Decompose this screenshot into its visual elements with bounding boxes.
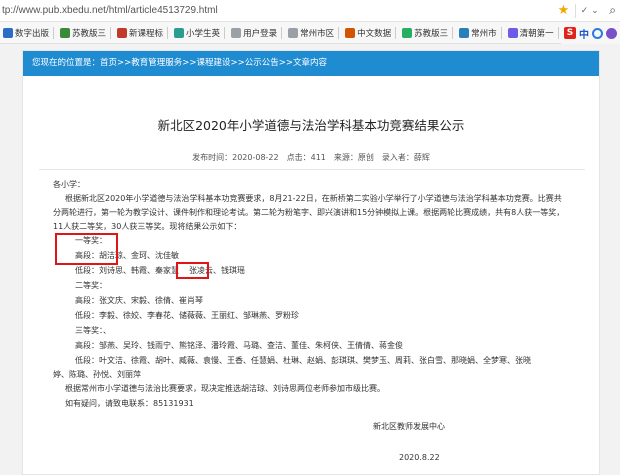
bookmark-separator	[53, 26, 55, 39]
search-icon[interactable]: ⌕	[609, 3, 616, 18]
highlight-box	[176, 262, 209, 279]
paragraph-line: 11人获二等奖，30人获三等奖。现将结果公示如下：	[53, 222, 242, 231]
bookmark-separator	[167, 26, 169, 39]
second-prize-high: 高段：张文庆、宋毅、徐倩、崔肖琴	[75, 296, 203, 305]
bookmark-separator	[110, 26, 112, 39]
third-prize-heading: 三等奖：、	[75, 326, 111, 335]
bookmark-favicon-icon	[288, 27, 299, 38]
greeting: 各小学：	[53, 180, 85, 189]
bookmark-item[interactable]: 苏教版三	[399, 22, 456, 43]
bookmark-separator	[500, 26, 502, 39]
bookmark-item[interactable]: 用户登录	[228, 22, 285, 43]
name-list: 、金珂、沈佳敏	[123, 251, 179, 260]
bookmark-item[interactable]: 常州市区	[285, 22, 342, 43]
bookmark-label: 数字出版	[15, 27, 50, 38]
language-extension-icon[interactable]: 中	[579, 26, 589, 41]
paragraph-line: 根据新北区2020年小学道德与法治学科基本功竞赛要求，8月21-22日，在新桥第…	[65, 194, 562, 203]
bookmark-favicon-icon	[507, 27, 518, 38]
extension-circle-icon[interactable]	[592, 27, 603, 39]
recommendation: 根据常州市小学道德与法治比赛要求，现决定推选胡洁琼、刘诗思两位老师参加市级比赛。	[65, 384, 385, 393]
bookmark-label: 常州市	[471, 27, 497, 38]
bookmark-item[interactable]: 常州市	[456, 22, 505, 43]
signature-date: 2020.8.22	[399, 453, 440, 462]
bookmark-separator	[395, 26, 397, 39]
page-background: 您现在的位置是：首页>>教育管理服务>>课程建设>>公示公告>>文章内容 新北区…	[0, 44, 620, 475]
bookmark-item[interactable]: 新课程标	[114, 22, 171, 43]
paragraph-line: 分两轮进行，第一轮为教学设计、课件制作和理论考试。第二轮为粉笔字、即兴演讲和15…	[53, 208, 565, 217]
second-prize-low: 低段：李毅、徐姣、李春花、储薇薇、王丽红、邹琳燕、罗粉珍	[75, 311, 299, 320]
name-list: 、钱琪瑶	[213, 266, 245, 275]
third-prize-low-cont: 婷、陈璐、孙悦、刘丽萍	[53, 370, 141, 379]
bookmark-favicon-icon	[459, 27, 470, 38]
chevron-down-icon[interactable]: ✓ ⌄	[575, 3, 603, 18]
bookmark-label: 苏教版三	[414, 27, 449, 38]
article-meta: 发布时间：2020-08-22 点击：411 来源：原创 录入者：薛辉	[192, 153, 430, 162]
extension-purple-icon[interactable]	[606, 27, 617, 39]
divider	[39, 169, 585, 170]
contact-line: 如有疑问，请致电联系：85131931	[65, 399, 194, 408]
third-prize-low: 低段：叶文洁、徐霞、胡叶、臧薇、袁慢、王香、任慧娟、杜琳、赵娟、彭琪琪、樊梦玉、…	[75, 356, 531, 365]
bookmarks-bar: 数字出版苏教版三新课程标小学生英用户登录常州市区中文数据苏教版三常州市清朝第一欧…	[0, 22, 620, 44]
bookmark-item[interactable]: 清朝第一	[505, 22, 562, 43]
url-text[interactable]: tp://www.pub.xbedu.net/html/article45137…	[0, 5, 218, 16]
bookmark-separator	[338, 26, 340, 39]
bookmark-label: 新课程标	[129, 27, 164, 38]
signature: 新北区教师发展中心	[373, 422, 445, 431]
bookmark-favicon-icon	[60, 27, 71, 38]
bookmark-item[interactable]: 小学生英	[171, 22, 228, 43]
name-list: 低段：刘诗思、韩霞、秦家慧	[75, 266, 179, 275]
address-bar-actions: ★ ✓ ⌄ ⌕	[558, 3, 616, 18]
bookmark-label: 常州市区	[300, 27, 335, 38]
article-card: 您现在的位置是：首页>>教育管理服务>>课程建设>>公示公告>>文章内容 新北区…	[22, 50, 600, 475]
bookmark-item[interactable]: 苏教版三	[57, 22, 114, 43]
star-icon[interactable]: ★	[558, 3, 570, 18]
bookmark-favicon-icon	[345, 27, 356, 38]
article-title: 新北区2020年小学道德与法治学科基本功竞赛结果公示	[157, 118, 465, 133]
bookmark-favicon-icon	[3, 27, 13, 38]
third-prize-high: 高段：邹燕、吴玲、钱雨宁、熊铭泽、潘玲霞、马璐、查洁、董佳、朱柯侠、王倩倩、蒋金…	[75, 341, 403, 350]
first-prize-low: 低段：刘诗思、韩霞、秦家慧 张凌云、钱琪瑶	[75, 264, 245, 278]
address-bar[interactable]: tp://www.pub.xbedu.net/html/article45137…	[0, 0, 620, 22]
bookmark-item[interactable]: 数字出版	[0, 22, 57, 43]
extensions-area: S 中	[561, 22, 620, 44]
second-prize-heading: 二等奖：	[75, 281, 107, 290]
bookmark-favicon-icon	[117, 27, 128, 38]
bookmark-separator	[224, 26, 226, 39]
bookmark-favicon-icon	[231, 27, 242, 38]
bookmark-favicon-icon	[174, 27, 185, 38]
breadcrumb[interactable]: 您现在的位置是：首页>>教育管理服务>>课程建设>>公示公告>>文章内容	[23, 51, 599, 76]
bookmark-label: 小学生英	[186, 27, 221, 38]
bookmark-separator	[281, 26, 283, 39]
bookmark-label: 中文数据	[357, 27, 392, 38]
extension-s-icon[interactable]: S	[564, 27, 576, 39]
bookmark-label: 苏教版三	[72, 27, 107, 38]
bookmark-separator	[557, 26, 559, 39]
bookmark-label: 用户登录	[243, 27, 278, 38]
bookmark-favicon-icon	[402, 27, 413, 38]
bookmark-item[interactable]: 中文数据	[342, 22, 399, 43]
bookmark-separator	[452, 26, 454, 39]
bookmark-label: 清朝第一	[519, 27, 554, 38]
highlight-box	[55, 233, 118, 265]
